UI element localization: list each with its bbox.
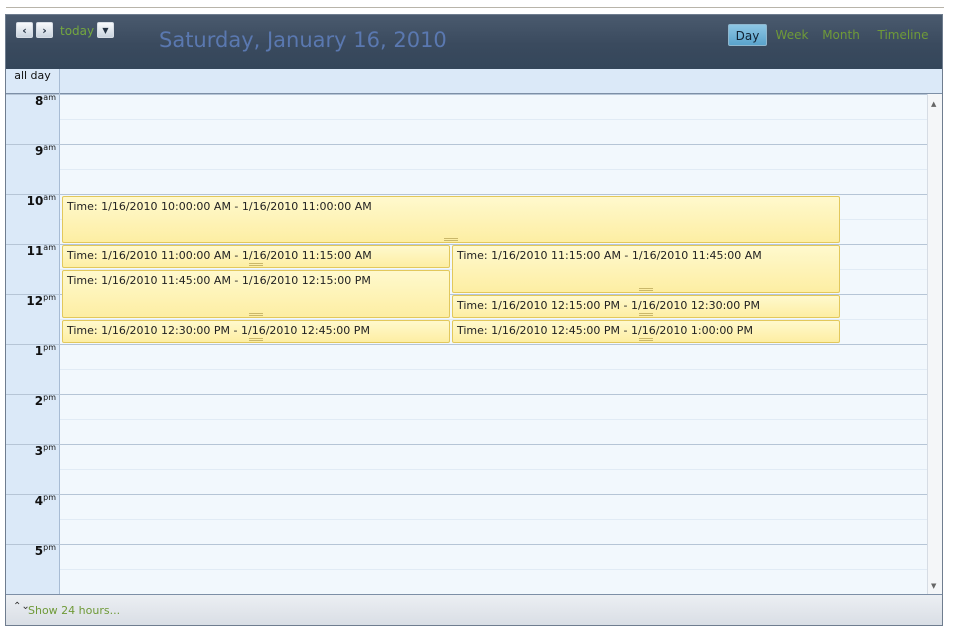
appointment-text: Time: 1/16/2010 12:45:00 PM - 1/16/2010 … bbox=[457, 324, 753, 337]
appointment-text: Time: 1/16/2010 11:15:00 AM - 1/16/2010 … bbox=[457, 249, 762, 262]
hour-line bbox=[6, 444, 927, 445]
next-day-button[interactable]: › bbox=[36, 22, 53, 38]
appointment-text: Time: 1/16/2010 11:00:00 AM - 1/16/2010 … bbox=[67, 249, 372, 262]
scroll-up-icon[interactable]: ▲ bbox=[931, 100, 936, 108]
resize-handle[interactable] bbox=[639, 313, 653, 316]
appointment[interactable]: Time: 1/16/2010 11:00:00 AM - 1/16/2010 … bbox=[62, 245, 450, 268]
hour-label: 4pm bbox=[34, 493, 56, 508]
hour-line bbox=[6, 344, 927, 345]
view-month-button[interactable]: Month bbox=[819, 24, 863, 46]
hour-label: 10am bbox=[26, 193, 56, 208]
day-time-grid[interactable]: 8am 9am 10am 11am 12pm 1pm 2pm 3pm 4pm 5… bbox=[6, 94, 927, 594]
previous-day-button[interactable]: ‹ bbox=[16, 22, 33, 38]
hour-label: 12pm bbox=[26, 293, 56, 308]
view-timeline-button[interactable]: Timeline bbox=[875, 24, 931, 46]
appointment[interactable]: Time: 1/16/2010 12:45:00 PM - 1/16/2010 … bbox=[452, 320, 840, 343]
half-hour-line bbox=[60, 519, 927, 520]
half-hour-line bbox=[60, 119, 927, 120]
scheduler: ‹ › today ▼ Saturday, January 16, 2010 D… bbox=[5, 14, 943, 626]
resize-handle[interactable] bbox=[639, 338, 653, 341]
show-24-hours-link[interactable]: Show 24 hours... bbox=[28, 604, 120, 617]
appointment-text: Time: 1/16/2010 12:15:00 PM - 1/16/2010 … bbox=[457, 299, 760, 312]
appointment[interactable]: Time: 1/16/2010 11:45:00 AM - 1/16/2010 … bbox=[62, 270, 450, 318]
appointment-text: Time: 1/16/2010 12:30:00 PM - 1/16/2010 … bbox=[67, 324, 370, 337]
appointment[interactable]: Time: 1/16/2010 11:15:00 AM - 1/16/2010 … bbox=[452, 245, 840, 293]
half-hour-line bbox=[60, 419, 927, 420]
all-day-label: all day bbox=[6, 69, 60, 94]
all-day-row[interactable]: all day bbox=[6, 69, 942, 94]
chevron-down-icon: ▼ bbox=[102, 25, 109, 35]
hour-label: 2pm bbox=[34, 393, 56, 408]
resize-handle[interactable] bbox=[249, 313, 263, 316]
date-title: Saturday, January 16, 2010 bbox=[159, 28, 447, 52]
chevron-left-icon: ‹ bbox=[22, 23, 27, 37]
hour-label: 11am bbox=[26, 243, 56, 258]
hour-label: 5pm bbox=[34, 543, 56, 558]
hour-line bbox=[6, 144, 927, 145]
resize-handle[interactable] bbox=[639, 288, 653, 291]
date-picker-dropdown-button[interactable]: ▼ bbox=[97, 22, 114, 38]
vertical-scrollbar[interactable]: ▲ ▼ bbox=[927, 94, 942, 594]
today-button[interactable]: today bbox=[60, 24, 94, 38]
resize-handle[interactable] bbox=[249, 338, 263, 341]
hour-label: 3pm bbox=[34, 443, 56, 458]
resize-handle[interactable] bbox=[444, 238, 458, 241]
scroll-down-icon[interactable]: ▼ bbox=[931, 582, 936, 590]
scheduler-footer: ⌃⌄ Show 24 hours... bbox=[6, 594, 942, 625]
half-hour-line bbox=[60, 369, 927, 370]
appointment-text: Time: 1/16/2010 10:00:00 AM - 1/16/2010 … bbox=[67, 200, 372, 213]
hour-line bbox=[6, 94, 927, 95]
hour-label: 9am bbox=[34, 143, 56, 158]
half-hour-line bbox=[60, 169, 927, 170]
hour-line bbox=[6, 544, 927, 545]
appointment[interactable]: Time: 1/16/2010 10:00:00 AM - 1/16/2010 … bbox=[62, 196, 840, 243]
hour-label: 8am bbox=[34, 94, 56, 108]
resize-handle[interactable] bbox=[249, 263, 263, 266]
top-separator-line bbox=[6, 7, 944, 8]
half-hour-line bbox=[60, 469, 927, 470]
hour-line bbox=[6, 494, 927, 495]
appointment[interactable]: Time: 1/16/2010 12:30:00 PM - 1/16/2010 … bbox=[62, 320, 450, 343]
view-week-button[interactable]: Week bbox=[772, 24, 812, 46]
scheduler-toolbar: ‹ › today ▼ Saturday, January 16, 2010 D… bbox=[6, 15, 942, 69]
half-hour-line bbox=[60, 569, 927, 570]
appointment[interactable]: Time: 1/16/2010 12:15:00 PM - 1/16/2010 … bbox=[452, 295, 840, 318]
view-day-button[interactable]: Day bbox=[728, 24, 767, 46]
hour-label: 1pm bbox=[34, 343, 56, 358]
chevron-right-icon: › bbox=[42, 23, 47, 37]
hour-line bbox=[6, 394, 927, 395]
hour-line bbox=[6, 194, 927, 195]
appointment-text: Time: 1/16/2010 11:45:00 AM - 1/16/2010 … bbox=[67, 274, 371, 287]
